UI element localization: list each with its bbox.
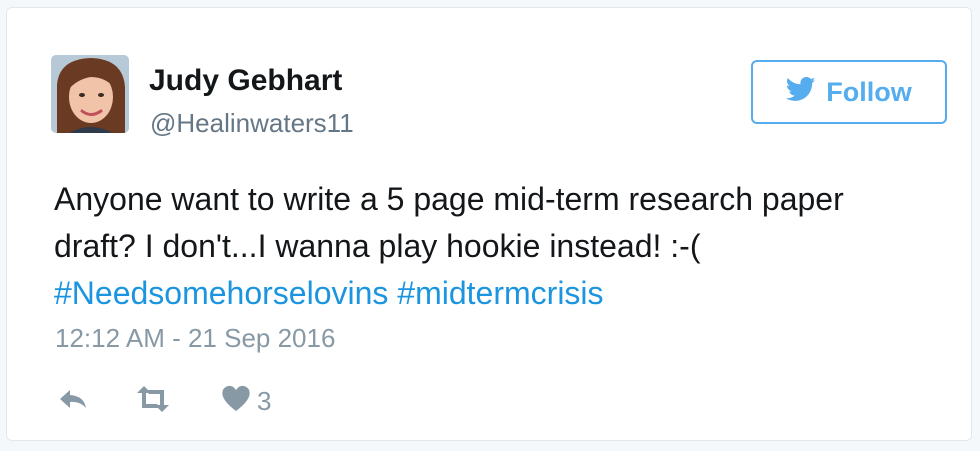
hashtag-link[interactable]: #Needsomehorselovins xyxy=(54,275,388,311)
tweet-text-line: draft? I don't...I wanna play hookie ins… xyxy=(54,228,701,264)
like-button[interactable]: 3 xyxy=(221,385,271,417)
retweet-button[interactable] xyxy=(133,385,173,417)
author-handle[interactable]: @Healinwaters11 xyxy=(150,108,354,139)
tweet-timestamp[interactable]: 12:12 AM - 21 Sep 2016 xyxy=(55,323,335,354)
twitter-bird-icon xyxy=(786,77,816,107)
hashtag-line: #Needsomehorselovins #midtermcrisis xyxy=(54,270,934,317)
like-count: 3 xyxy=(257,385,272,416)
retweet-icon xyxy=(133,385,173,417)
follow-button-label: Follow xyxy=(826,76,912,107)
author-name[interactable]: Judy Gebhart xyxy=(149,64,342,98)
tweet-text: Anyone want to write a 5 page mid-term r… xyxy=(54,176,934,317)
tweet-actions: 3 xyxy=(57,385,271,417)
reply-button[interactable] xyxy=(57,387,89,416)
follow-button[interactable]: Follow xyxy=(751,60,947,124)
tweet-text-line: Anyone want to write a 5 page mid-term r… xyxy=(54,181,844,217)
avatar[interactable] xyxy=(51,55,129,133)
heart-icon xyxy=(221,385,251,417)
hashtag-link[interactable]: #midtermcrisis xyxy=(397,275,603,311)
tweet-card: Judy Gebhart @Healinwaters11 Follow Anyo… xyxy=(6,7,972,441)
reply-icon xyxy=(57,387,89,416)
avatar-image xyxy=(51,55,129,133)
